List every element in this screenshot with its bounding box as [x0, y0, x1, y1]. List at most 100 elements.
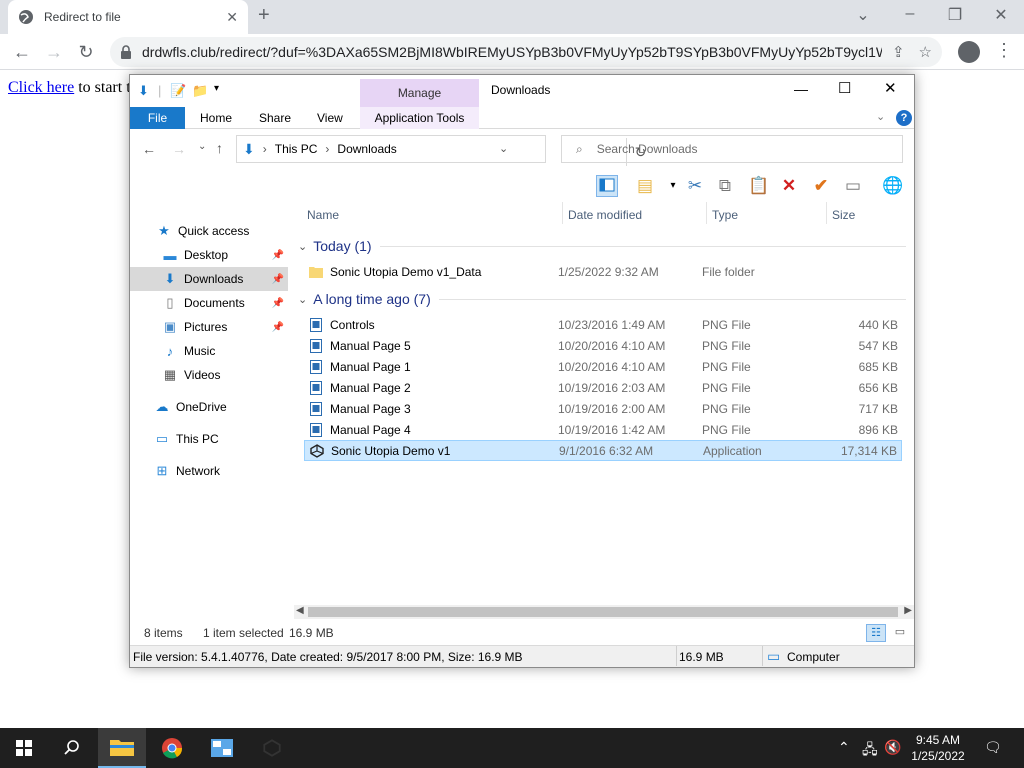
- search-icon: [64, 740, 79, 755]
- sidebar-item-downloads[interactable]: ⬇ Downloads 📌: [130, 267, 288, 291]
- start-button[interactable]: [0, 728, 48, 768]
- sidebar-item-network[interactable]: ⊞ Network: [130, 459, 288, 483]
- properties-icon[interactable]: 📝: [170, 83, 186, 99]
- sidebar-item-thispc[interactable]: ▭ This PC: [130, 427, 288, 451]
- search-button[interactable]: [48, 728, 96, 768]
- search-box[interactable]: ⌕ Search Downloads: [561, 135, 903, 163]
- column-header-date[interactable]: Date modified: [568, 208, 642, 222]
- show-hidden-icons-icon[interactable]: ⌃: [838, 739, 850, 756]
- browser-tab[interactable]: Redirect to file ✕: [8, 0, 248, 34]
- volume-muted-icon[interactable]: 🔇: [884, 739, 901, 756]
- address-dropdown-icon[interactable]: ⌄: [499, 142, 508, 155]
- scroll-left-icon[interactable]: ◀: [296, 605, 304, 616]
- manage-context-tab[interactable]: Manage: [360, 79, 479, 107]
- cut-icon[interactable]: ✂: [684, 175, 706, 197]
- taskbar-file-explorer[interactable]: [98, 728, 146, 768]
- notifications-icon[interactable]: 🗨: [984, 739, 1002, 756]
- tab-file[interactable]: File: [130, 107, 185, 129]
- bookmark-star-icon[interactable]: ☆: [919, 43, 932, 61]
- details-view-icon[interactable]: ☷: [866, 624, 886, 642]
- tab-share[interactable]: Share: [259, 111, 291, 125]
- profile-avatar-icon[interactable]: [958, 41, 980, 63]
- taskbar-chrome[interactable]: [148, 728, 196, 768]
- group-header-longago[interactable]: ⌄ A long time ago (7): [298, 291, 906, 307]
- file-row[interactable]: Manual Page 5 10/20/2016 4:10 AM PNG Fil…: [304, 335, 902, 356]
- globe-icon[interactable]: 🌐: [882, 175, 904, 197]
- ribbon-expand-icon[interactable]: ⌄: [876, 110, 885, 123]
- preview-pane-icon[interactable]: [596, 175, 618, 197]
- file-row-selected[interactable]: Sonic Utopia Demo v1 9/1/2016 6:32 AM Ap…: [304, 440, 902, 461]
- download-arrow-icon[interactable]: ⬇: [138, 83, 149, 99]
- file-row[interactable]: Manual Page 3 10/19/2016 2:00 AM PNG Fil…: [304, 398, 902, 419]
- sidebar-item-videos[interactable]: ▦ Videos: [130, 363, 288, 387]
- network-icon[interactable]: 🖧: [862, 739, 878, 763]
- options-dropdown-icon[interactable]: ▾: [662, 175, 684, 197]
- sidebar-item-documents[interactable]: ▯ Documents 📌: [130, 291, 288, 315]
- column-header-name[interactable]: Name: [307, 208, 339, 222]
- sidebar-item-desktop[interactable]: ▬ Desktop 📌: [130, 243, 288, 267]
- maximize-icon[interactable]: ☐: [838, 79, 851, 97]
- forward-icon[interactable]: →: [42, 42, 66, 62]
- copy-icon[interactable]: ⧉: [714, 175, 736, 197]
- chevron-right-icon: ›: [325, 142, 330, 156]
- paste-icon[interactable]: 📋: [748, 175, 770, 197]
- taskbar-control-panel[interactable]: [198, 728, 246, 768]
- scroll-right-icon[interactable]: ▶: [904, 605, 912, 616]
- share-icon[interactable]: ⇪: [892, 43, 905, 61]
- check-icon[interactable]: ✔: [810, 175, 832, 197]
- tab-home[interactable]: Home: [200, 111, 232, 125]
- breadcrumb-thispc[interactable]: This PC: [275, 142, 318, 156]
- close-tab-icon[interactable]: ✕: [226, 9, 238, 26]
- group-header-today[interactable]: ⌄ Today (1): [298, 238, 906, 254]
- tab-application-tools[interactable]: Application Tools: [360, 107, 479, 129]
- minimize-icon[interactable]: —: [794, 81, 808, 97]
- rename-icon[interactable]: ▭: [842, 175, 864, 197]
- click-here-link[interactable]: Click here: [8, 79, 74, 96]
- up-icon[interactable]: ↑: [216, 140, 223, 156]
- back-icon[interactable]: ←: [10, 42, 34, 62]
- file-name: Manual Page 4: [330, 422, 411, 437]
- column-header-type[interactable]: Type: [712, 208, 738, 222]
- help-icon[interactable]: ?: [896, 110, 912, 126]
- reload-icon[interactable]: ↻: [74, 42, 98, 62]
- file-row[interactable]: Controls 10/23/2016 1:49 AM PNG File 440…: [304, 314, 902, 335]
- column-header-size[interactable]: Size: [832, 208, 855, 222]
- close-window-icon[interactable]: ✕: [986, 5, 1016, 25]
- sidebar-item-pictures[interactable]: ▣ Pictures 📌: [130, 315, 288, 339]
- forward-icon[interactable]: →: [172, 141, 186, 157]
- page-text: Click here to start t: [8, 79, 131, 97]
- sidebar-item-onedrive[interactable]: ☁ OneDrive: [130, 395, 288, 419]
- sidebar-label: Downloads: [184, 272, 244, 286]
- back-icon[interactable]: ←: [142, 141, 156, 157]
- file-row[interactable]: Manual Page 4 10/19/2016 1:42 AM PNG Fil…: [304, 419, 902, 440]
- file-size: 656 KB: [858, 380, 898, 395]
- tab-view[interactable]: View: [317, 111, 343, 125]
- sidebar-item-quick-access[interactable]: ★ Quick access: [130, 219, 288, 243]
- explorer-address-bar[interactable]: ⬇ › This PC › Downloads ⌄ ↻: [236, 135, 646, 166]
- taskbar-unity-app[interactable]: [248, 728, 296, 768]
- system-clock[interactable]: 9:45 AM 1/25/2022: [906, 732, 970, 764]
- breadcrumb-downloads[interactable]: Downloads: [337, 142, 396, 156]
- recent-dropdown-icon[interactable]: ⌄: [198, 141, 206, 152]
- file-row[interactable]: Manual Page 1 10/20/2016 4:10 AM PNG Fil…: [304, 356, 902, 377]
- file-name: Sonic Utopia Demo v1_Data: [330, 264, 482, 279]
- close-icon[interactable]: ✕: [884, 79, 897, 97]
- horizontal-scrollbar[interactable]: ◀ ▶: [294, 605, 914, 619]
- new-folder-icon[interactable]: 📁: [192, 83, 208, 99]
- delete-icon[interactable]: ✕: [778, 175, 800, 197]
- scrollbar-thumb[interactable]: [308, 607, 898, 617]
- sidebar-item-music[interactable]: ♪ Music: [130, 339, 288, 363]
- tab-search-icon[interactable]: ⌄: [848, 5, 878, 25]
- minimize-icon[interactable]: –: [895, 5, 925, 23]
- restore-icon[interactable]: ❐: [940, 5, 970, 25]
- address-bar[interactable]: drdwfls.club/redirect/?duf=%3DAXa65SM2Bj…: [110, 37, 942, 67]
- file-row[interactable]: Sonic Utopia Demo v1_Data 1/25/2022 9:32…: [304, 261, 902, 282]
- group-label: Today (1): [313, 238, 372, 254]
- computer-icon: ▭: [767, 648, 781, 664]
- new-tab-icon[interactable]: +: [258, 4, 270, 27]
- file-row[interactable]: Manual Page 2 10/19/2016 2:03 AM PNG Fil…: [304, 377, 902, 398]
- large-icons-view-icon[interactable]: ▭: [890, 624, 910, 642]
- folder-options-icon[interactable]: ▤: [634, 175, 656, 197]
- qat-dropdown-icon[interactable]: ▾: [214, 83, 219, 94]
- menu-kebab-icon[interactable]: ⋮: [995, 40, 1013, 61]
